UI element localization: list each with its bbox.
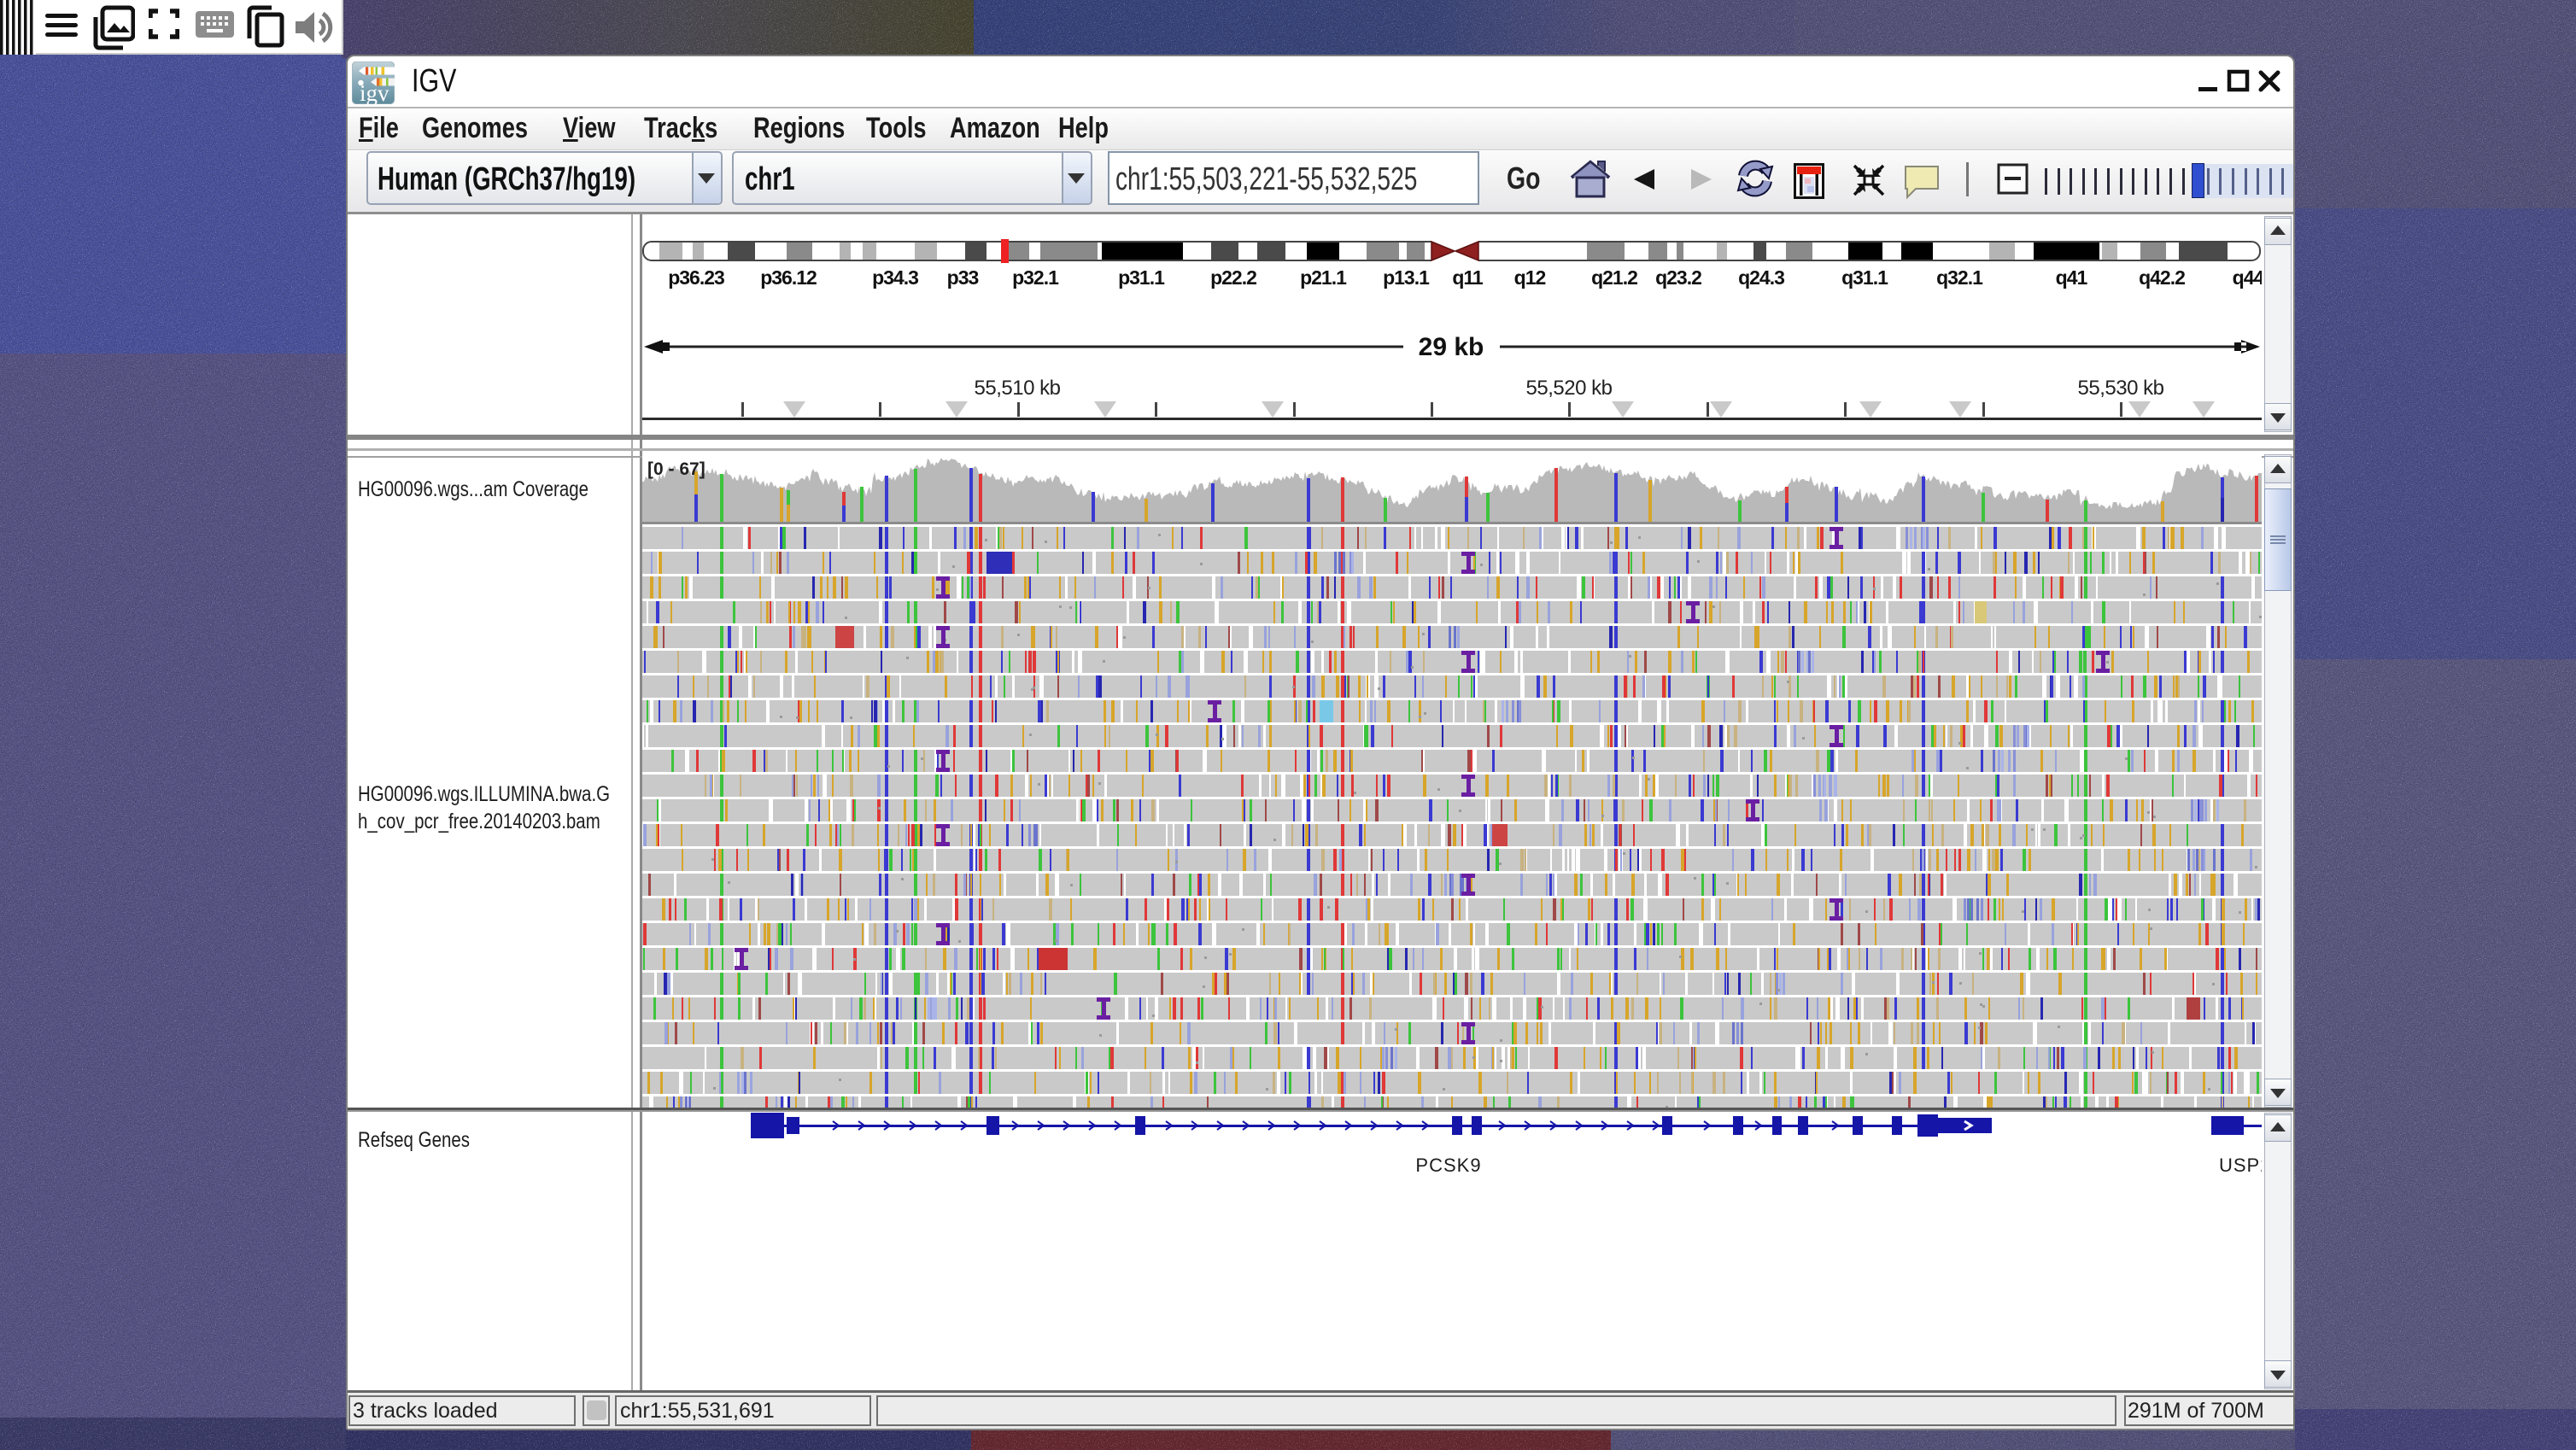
svg-text:p13.1: p13.1	[1383, 266, 1430, 289]
svg-text:p34.3: p34.3	[872, 266, 918, 289]
svg-text:q11: q11	[1452, 266, 1484, 289]
svg-text:p21.1: p21.1	[1300, 266, 1347, 289]
svg-text:q41: q41	[2056, 266, 2088, 289]
svg-text:p36.23: p36.23	[668, 266, 724, 289]
svg-text:q42.2: q42.2	[2139, 266, 2185, 289]
svg-text:igv: igv	[360, 80, 389, 104]
svg-text:p31.1: p31.1	[1118, 266, 1165, 289]
svg-text:q12: q12	[1514, 266, 1546, 289]
svg-text:p36.12: p36.12	[760, 266, 817, 289]
svg-text:p32.1: p32.1	[1012, 266, 1059, 289]
svg-text:q44: q44	[2233, 266, 2262, 289]
svg-text:55,530 kb: 55,530 kb	[2078, 377, 2164, 400]
svg-text:p33: p33	[947, 266, 979, 289]
svg-text:q31.1: q31.1	[1841, 266, 1888, 289]
svg-text:[0 - 67]: [0 - 67]	[647, 459, 705, 479]
svg-text:USP2: USP2	[2219, 1155, 2262, 1176]
svg-text:q24.3: q24.3	[1738, 266, 1784, 289]
svg-text:p22.2: p22.2	[1210, 266, 1256, 289]
svg-text:q21.2: q21.2	[1591, 266, 1637, 289]
svg-text:q23.2: q23.2	[1655, 266, 1701, 289]
svg-text:PCSK9: PCSK9	[1415, 1155, 1481, 1176]
svg-text:55,510 kb: 55,510 kb	[975, 377, 1061, 400]
svg-text:29 kb: 29 kb	[1419, 333, 1484, 361]
svg-text:55,520 kb: 55,520 kb	[1526, 377, 1613, 400]
svg-text:q32.1: q32.1	[1936, 266, 1983, 289]
